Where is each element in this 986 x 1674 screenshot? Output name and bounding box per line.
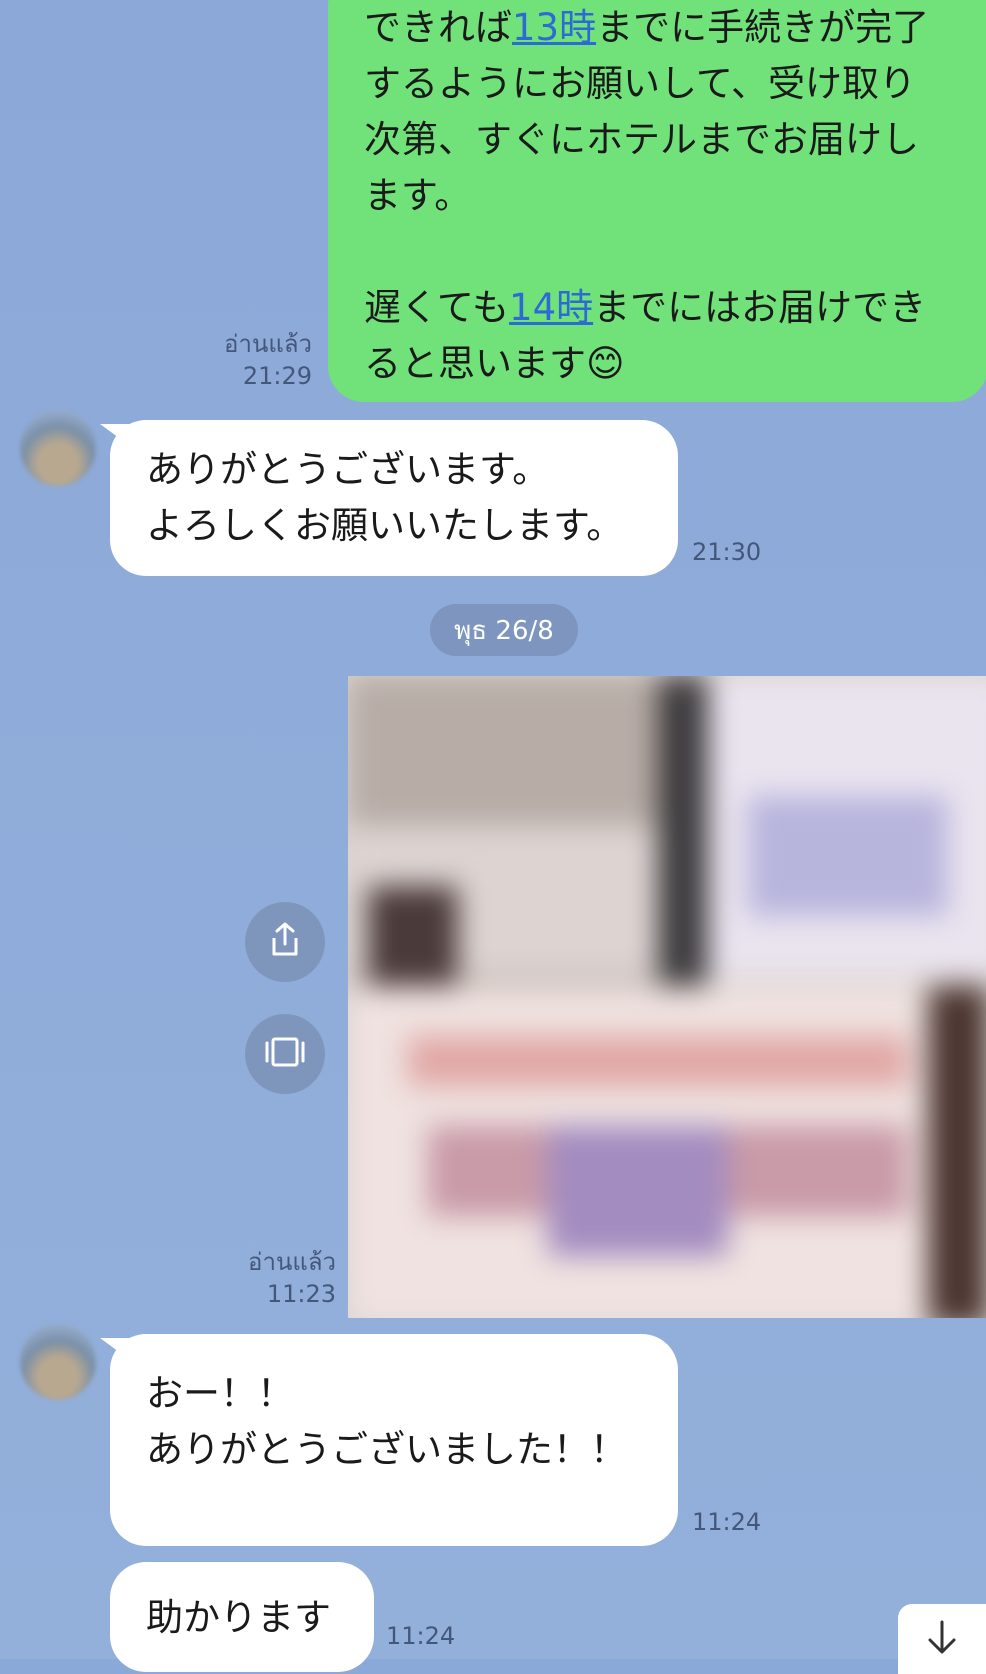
time-link[interactable]: 14時 [509,286,593,329]
share-button[interactable] [245,902,325,982]
read-label: อ่านแล้ว [248,1248,336,1276]
photo-message[interactable] [348,676,986,1318]
message-line: するようにお願いして、受け取り [364,62,917,105]
message-line: 遅くても14時までにはお届けでき [364,286,927,329]
message-line: ありがとうございます。 [146,448,550,491]
message-meta: อ่านแล้ว 11:23 [232,1246,336,1310]
incoming-message-bubble[interactable]: 助かります [110,1562,374,1672]
message-time: 11:24 [386,1622,456,1650]
message-time: 21:29 [242,362,312,390]
read-label: อ่านแล้ว [224,330,312,358]
arrow-down-icon [922,1618,962,1662]
incoming-message-bubble[interactable]: おー！！ ありがとうございました！！ [110,1334,678,1546]
gallery-button[interactable] [245,1014,325,1094]
scroll-to-bottom-button[interactable] [898,1604,986,1674]
message-time: 11:23 [266,1280,336,1308]
gallery-icon [263,1034,307,1074]
message-line: できれば13時までに手続きが完了 [364,6,930,49]
message-line: ると思います😊 [364,342,625,385]
time-link[interactable]: 13時 [512,6,596,49]
date-separator: พุธ 26/8 [430,604,578,656]
message-line: ます。 [364,174,472,217]
contact-avatar[interactable] [20,410,96,486]
message-line: おー！！ [146,1372,294,1415]
message-time: 21:30 [692,538,762,566]
message-meta: อ่านแล้ว 21:29 [208,328,312,392]
message-time: 11:24 [692,1508,762,1536]
message-line: 助かります [146,1596,331,1639]
share-icon [265,920,305,964]
outgoing-message-bubble[interactable]: できれば13時までに手続きが完了 するようにお願いして、受け取り 次第、すぐにホ… [328,0,986,402]
smile-emoji-icon: 😊 [586,342,625,385]
contact-avatar[interactable] [20,1324,96,1400]
message-line: ありがとうございました！！ [146,1428,627,1471]
message-line: よろしくお願いいたします。 [146,504,624,547]
incoming-message-bubble[interactable]: ありがとうございます。 よろしくお願いいたします。 [110,420,678,576]
message-line: 次第、すぐにホテルまでお届けし [364,118,919,161]
blurred-photo [348,676,986,1318]
